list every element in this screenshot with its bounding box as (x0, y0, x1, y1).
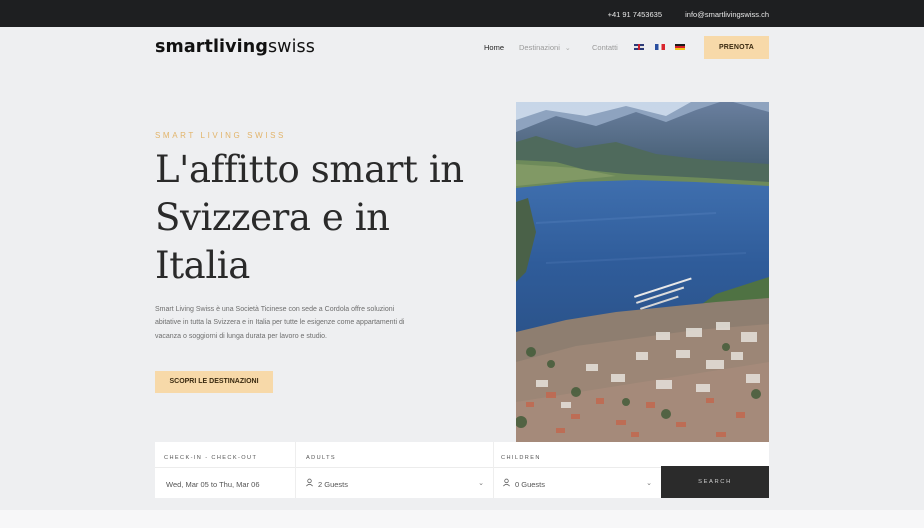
hero-title: L'affitto smart in Svizzera e in Italia (155, 148, 464, 287)
next-section-band (0, 510, 924, 528)
dates-value: Wed, Mar 05 to Thu, Mar 06 (166, 480, 260, 489)
logo-light: swiss (267, 37, 315, 57)
children-select[interactable]: 0 Guests ⌄ (494, 467, 661, 498)
phone-number[interactable]: +41 91 7453635 (608, 10, 662, 19)
top-bar: +41 91 7453635 info@smartlivingswiss.ch (0, 0, 924, 27)
discover-destinations-button[interactable]: SCOPRI LE DESTINAZIONI (155, 371, 273, 393)
nav-destinations-label: Destinazioni (519, 43, 560, 52)
booking-form: CHECK-IN - CHECK-OUT Wed, Mar 05 to Thu,… (155, 442, 769, 498)
france-flag-icon[interactable] (655, 44, 665, 50)
germany-flag-icon[interactable] (675, 44, 685, 50)
site-logo[interactable]: smartlivingswiss (155, 37, 315, 57)
user-icon (502, 478, 511, 489)
email-link[interactable]: info@smartlivingswiss.ch (685, 10, 769, 19)
search-button[interactable]: SEARCH (661, 466, 769, 498)
hero-eyebrow: SMART LIVING SWISS (155, 131, 286, 140)
user-icon (305, 478, 314, 489)
chevron-down-icon: ⌄ (564, 45, 571, 52)
hero-lake-photo (516, 102, 769, 442)
dates-field[interactable]: Wed, Mar 05 to Thu, Mar 06 (155, 467, 295, 498)
lake-landscape-illustration (516, 102, 769, 442)
adults-value: 2 Guests (318, 480, 349, 489)
dates-label: CHECK-IN - CHECK-OUT (164, 455, 258, 461)
children-label: CHILDREN (501, 455, 541, 461)
adults-label: ADULTS (306, 455, 337, 461)
chevron-down-icon: ⌄ (646, 480, 652, 487)
nav-home[interactable]: Home (484, 43, 504, 52)
adults-select[interactable]: 2 Guests ⌄ (296, 467, 493, 498)
uk-flag-icon[interactable] (634, 44, 644, 50)
nav-destinations[interactable]: Destinazioni ⌄ (519, 43, 571, 52)
nav-contacts[interactable]: Contatti (592, 43, 618, 52)
chevron-down-icon: ⌄ (478, 480, 484, 487)
logo-bold: smartliving (155, 37, 268, 57)
book-button[interactable]: PRENOTA (704, 36, 769, 59)
children-value: 0 Guests (515, 480, 546, 489)
hero-description: Smart Living Swiss è una Società Ticines… (155, 306, 405, 340)
